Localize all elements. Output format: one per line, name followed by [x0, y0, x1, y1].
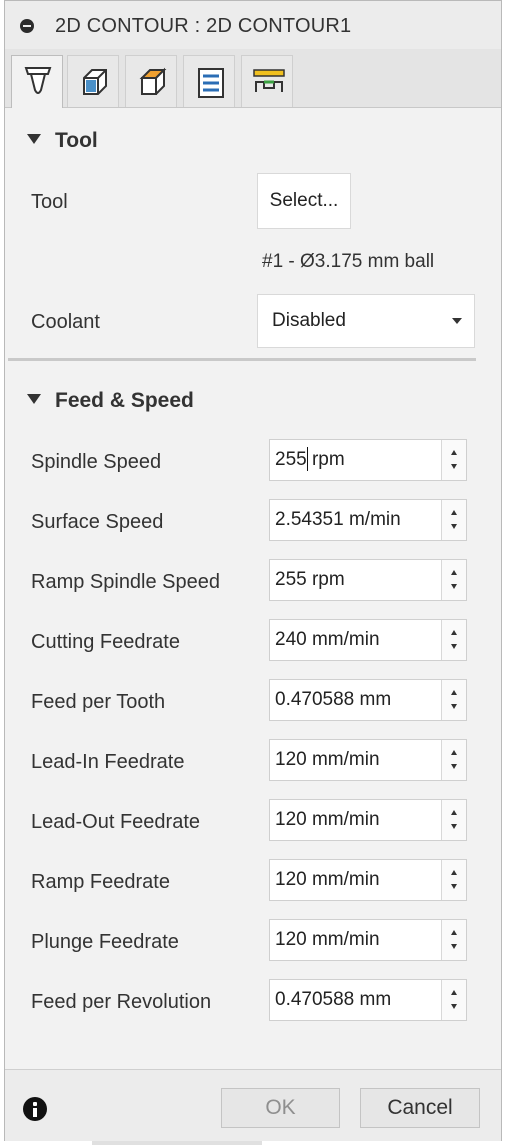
surface-speed-label: Surface Speed — [31, 511, 164, 533]
select-tool-button[interactable]: Select... — [257, 173, 351, 229]
feed-per-tooth-label: Feed per Tooth — [31, 691, 166, 713]
lead-out-feedrate-label: Lead-Out Feedrate — [31, 811, 200, 833]
tab-linking[interactable] — [241, 55, 293, 107]
spinner-buttons[interactable] — [441, 680, 466, 720]
coolant-value: Disabled — [272, 310, 346, 331]
ramp-feedrate-input[interactable]: 120 mm/min — [269, 859, 467, 901]
tool-label: Tool — [31, 191, 68, 213]
increment-arrow-icon[interactable] — [451, 450, 457, 455]
feed-section-title: Feed & Speed — [55, 389, 194, 412]
section-divider — [8, 358, 476, 361]
feed-section-header[interactable]: Feed & Speed — [27, 389, 194, 413]
cancel-button[interactable]: Cancel — [360, 1088, 480, 1128]
surface-speed-value: 2.54351 m/min — [275, 509, 401, 530]
increment-arrow-icon[interactable] — [451, 630, 457, 635]
dialog-title: 2D CONTOUR : 2D CONTOUR1 — [55, 15, 352, 37]
operation-dialog: 2D CONTOUR : 2D CONTOUR1 Tool Tool Selec… — [4, 0, 502, 1141]
feed-per-revolution-input[interactable]: 0.470588 mm — [269, 979, 467, 1021]
spindle-speed-value: 255 rpm — [275, 449, 345, 470]
decrement-arrow-icon[interactable] — [451, 464, 457, 469]
increment-arrow-icon[interactable] — [451, 870, 457, 875]
coolant-dropdown[interactable]: Disabled — [257, 294, 475, 348]
lead-in-feedrate-input[interactable]: 120 mm/min — [269, 739, 467, 781]
tool-section-title: Tool — [55, 129, 98, 152]
dropdown-arrow-icon — [452, 318, 462, 324]
decrement-arrow-icon[interactable] — [451, 944, 457, 949]
lead-in-feedrate-label: Lead-In Feedrate — [31, 751, 185, 773]
text-cursor — [307, 447, 308, 471]
decrement-arrow-icon[interactable] — [451, 884, 457, 889]
decrement-arrow-icon[interactable] — [451, 644, 457, 649]
collapse-icon[interactable] — [20, 19, 34, 33]
increment-arrow-icon[interactable] — [451, 690, 457, 695]
decrement-arrow-icon[interactable] — [451, 764, 457, 769]
info-icon[interactable] — [23, 1097, 47, 1121]
geometry-tab-icon — [83, 69, 107, 95]
feed-per-revolution-value: 0.470588 mm — [275, 989, 392, 1010]
linking-tab-icon — [253, 69, 285, 92]
increment-arrow-icon[interactable] — [451, 510, 457, 515]
collapse-triangle-icon — [27, 134, 41, 144]
spinner-buttons[interactable] — [441, 620, 466, 660]
spinner-buttons[interactable] — [441, 980, 466, 1020]
ok-button[interactable]: OK — [221, 1088, 340, 1128]
ramp-feedrate-label: Ramp Feedrate — [31, 871, 170, 893]
surface-speed-input[interactable]: 2.54351 m/min — [269, 499, 467, 541]
feed-per-revolution-label: Feed per Revolution — [31, 991, 212, 1013]
decrement-arrow-icon[interactable] — [451, 524, 457, 529]
background-edge — [92, 1141, 262, 1145]
dialog-footer: OK Cancel — [5, 1069, 501, 1141]
spinner-buttons[interactable] — [441, 920, 466, 960]
feed-per-tooth-value: 0.470588 mm — [275, 689, 392, 710]
collapse-triangle-icon — [27, 394, 41, 404]
plunge-feedrate-label: Plunge Feedrate — [31, 931, 179, 953]
spinner-buttons[interactable] — [441, 500, 466, 540]
tool-description: #1 - Ø3.175 mm ball — [262, 251, 435, 272]
heights-tab-icon — [139, 67, 167, 95]
cutting-feedrate-label: Cutting Feedrate — [31, 631, 180, 653]
tab-bar — [5, 49, 501, 108]
plunge-feedrate-value: 120 mm/min — [275, 929, 380, 950]
tool-tab-icon — [24, 67, 52, 94]
spinner-buttons[interactable] — [441, 440, 466, 480]
tab-geometry[interactable] — [67, 55, 119, 107]
ramp-spindle-speed-value: 255 rpm — [275, 569, 345, 590]
tab-passes[interactable] — [183, 55, 235, 107]
decrement-arrow-icon[interactable] — [451, 704, 457, 709]
coolant-label: Coolant — [31, 311, 100, 333]
feed-per-tooth-input[interactable]: 0.470588 mm — [269, 679, 467, 721]
spinner-buttons[interactable] — [441, 560, 466, 600]
tab-heights[interactable] — [125, 55, 177, 107]
spinner-buttons[interactable] — [441, 800, 466, 840]
increment-arrow-icon[interactable] — [451, 990, 457, 995]
ramp-feedrate-value: 120 mm/min — [275, 869, 380, 890]
lead-in-feedrate-value: 120 mm/min — [275, 749, 380, 770]
spindle-speed-input[interactable]: 255 rpm — [269, 439, 467, 481]
increment-arrow-icon[interactable] — [451, 750, 457, 755]
decrement-arrow-icon[interactable] — [451, 584, 457, 589]
increment-arrow-icon[interactable] — [451, 930, 457, 935]
cutting-feedrate-input[interactable]: 240 mm/min — [269, 619, 467, 661]
ramp-spindle-speed-label: Ramp Spindle Speed — [31, 571, 221, 593]
spinner-buttons[interactable] — [441, 860, 466, 900]
passes-tab-icon — [198, 68, 224, 98]
lead-out-feedrate-value: 120 mm/min — [275, 809, 380, 830]
decrement-arrow-icon[interactable] — [451, 1004, 457, 1009]
title-bar[interactable]: 2D CONTOUR : 2D CONTOUR1 — [5, 1, 501, 50]
spindle-speed-label: Spindle Speed — [31, 451, 162, 473]
plunge-feedrate-input[interactable]: 120 mm/min — [269, 919, 467, 961]
increment-arrow-icon[interactable] — [451, 810, 457, 815]
tab-tool[interactable] — [11, 55, 63, 108]
increment-arrow-icon[interactable] — [451, 570, 457, 575]
tool-section-header[interactable]: Tool — [27, 129, 98, 153]
lead-out-feedrate-input[interactable]: 120 mm/min — [269, 799, 467, 841]
ramp-spindle-speed-input[interactable]: 255 rpm — [269, 559, 467, 601]
cutting-feedrate-value: 240 mm/min — [275, 629, 380, 650]
decrement-arrow-icon[interactable] — [451, 824, 457, 829]
spinner-buttons[interactable] — [441, 740, 466, 780]
